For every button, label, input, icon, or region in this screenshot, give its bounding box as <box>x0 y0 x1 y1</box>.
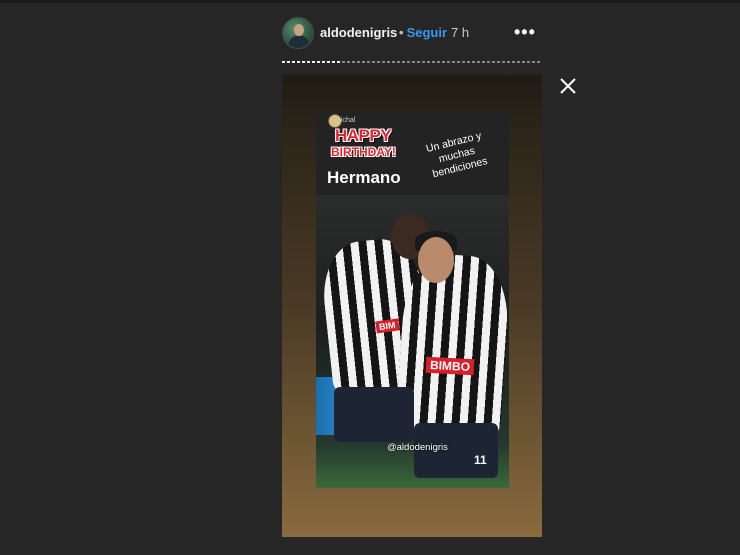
follow-label: Seguir <box>406 25 448 40</box>
shirt-number: 11 <box>474 453 487 467</box>
story-progress-bar <box>282 61 542 63</box>
player-right-head <box>418 237 454 283</box>
post-time: 7 h <box>451 25 470 40</box>
more-icon[interactable]: ••• <box>514 22 536 43</box>
greeting-panel: pichal HAPPY BIRTHDAY! Hermano Un abrazo… <box>316 110 509 195</box>
sponsor-logo-right: BIMBO <box>425 356 475 376</box>
avatar-face <box>294 24 304 36</box>
story-message: Un abrazo y muchas bendiciones <box>424 129 489 181</box>
story-progress-fill <box>282 61 342 63</box>
player-left-shorts <box>334 387 414 442</box>
top-strip <box>0 0 740 3</box>
avatar-body <box>289 36 309 48</box>
sticker-tag: pichal <box>337 117 356 124</box>
avatar[interactable] <box>282 17 314 49</box>
mention-tag[interactable]: @aldodenigris <box>387 442 448 453</box>
separator-dot: • <box>399 25 404 40</box>
username-link[interactable]: aldodenigris <box>320 25 397 40</box>
follow-button[interactable]: • Seguir <box>399 25 447 40</box>
happy-birthday-sticker: pichal HAPPY BIRTHDAY! <box>325 114 401 162</box>
story-title: Hermano <box>327 168 401 187</box>
happy-text: HAPPY <box>335 126 392 145</box>
close-icon[interactable] <box>558 76 578 96</box>
close-icon-glyph <box>560 78 576 94</box>
story-content-card: pichal HAPPY BIRTHDAY! Hermano Un abrazo… <box>316 110 509 488</box>
story-header: aldodenigris • Seguir 7 h ••• <box>282 14 542 54</box>
story-photo: BIM BIMBO 11 @aldodenigris <box>316 195 509 488</box>
birthday-text: BIRTHDAY! <box>331 145 396 159</box>
